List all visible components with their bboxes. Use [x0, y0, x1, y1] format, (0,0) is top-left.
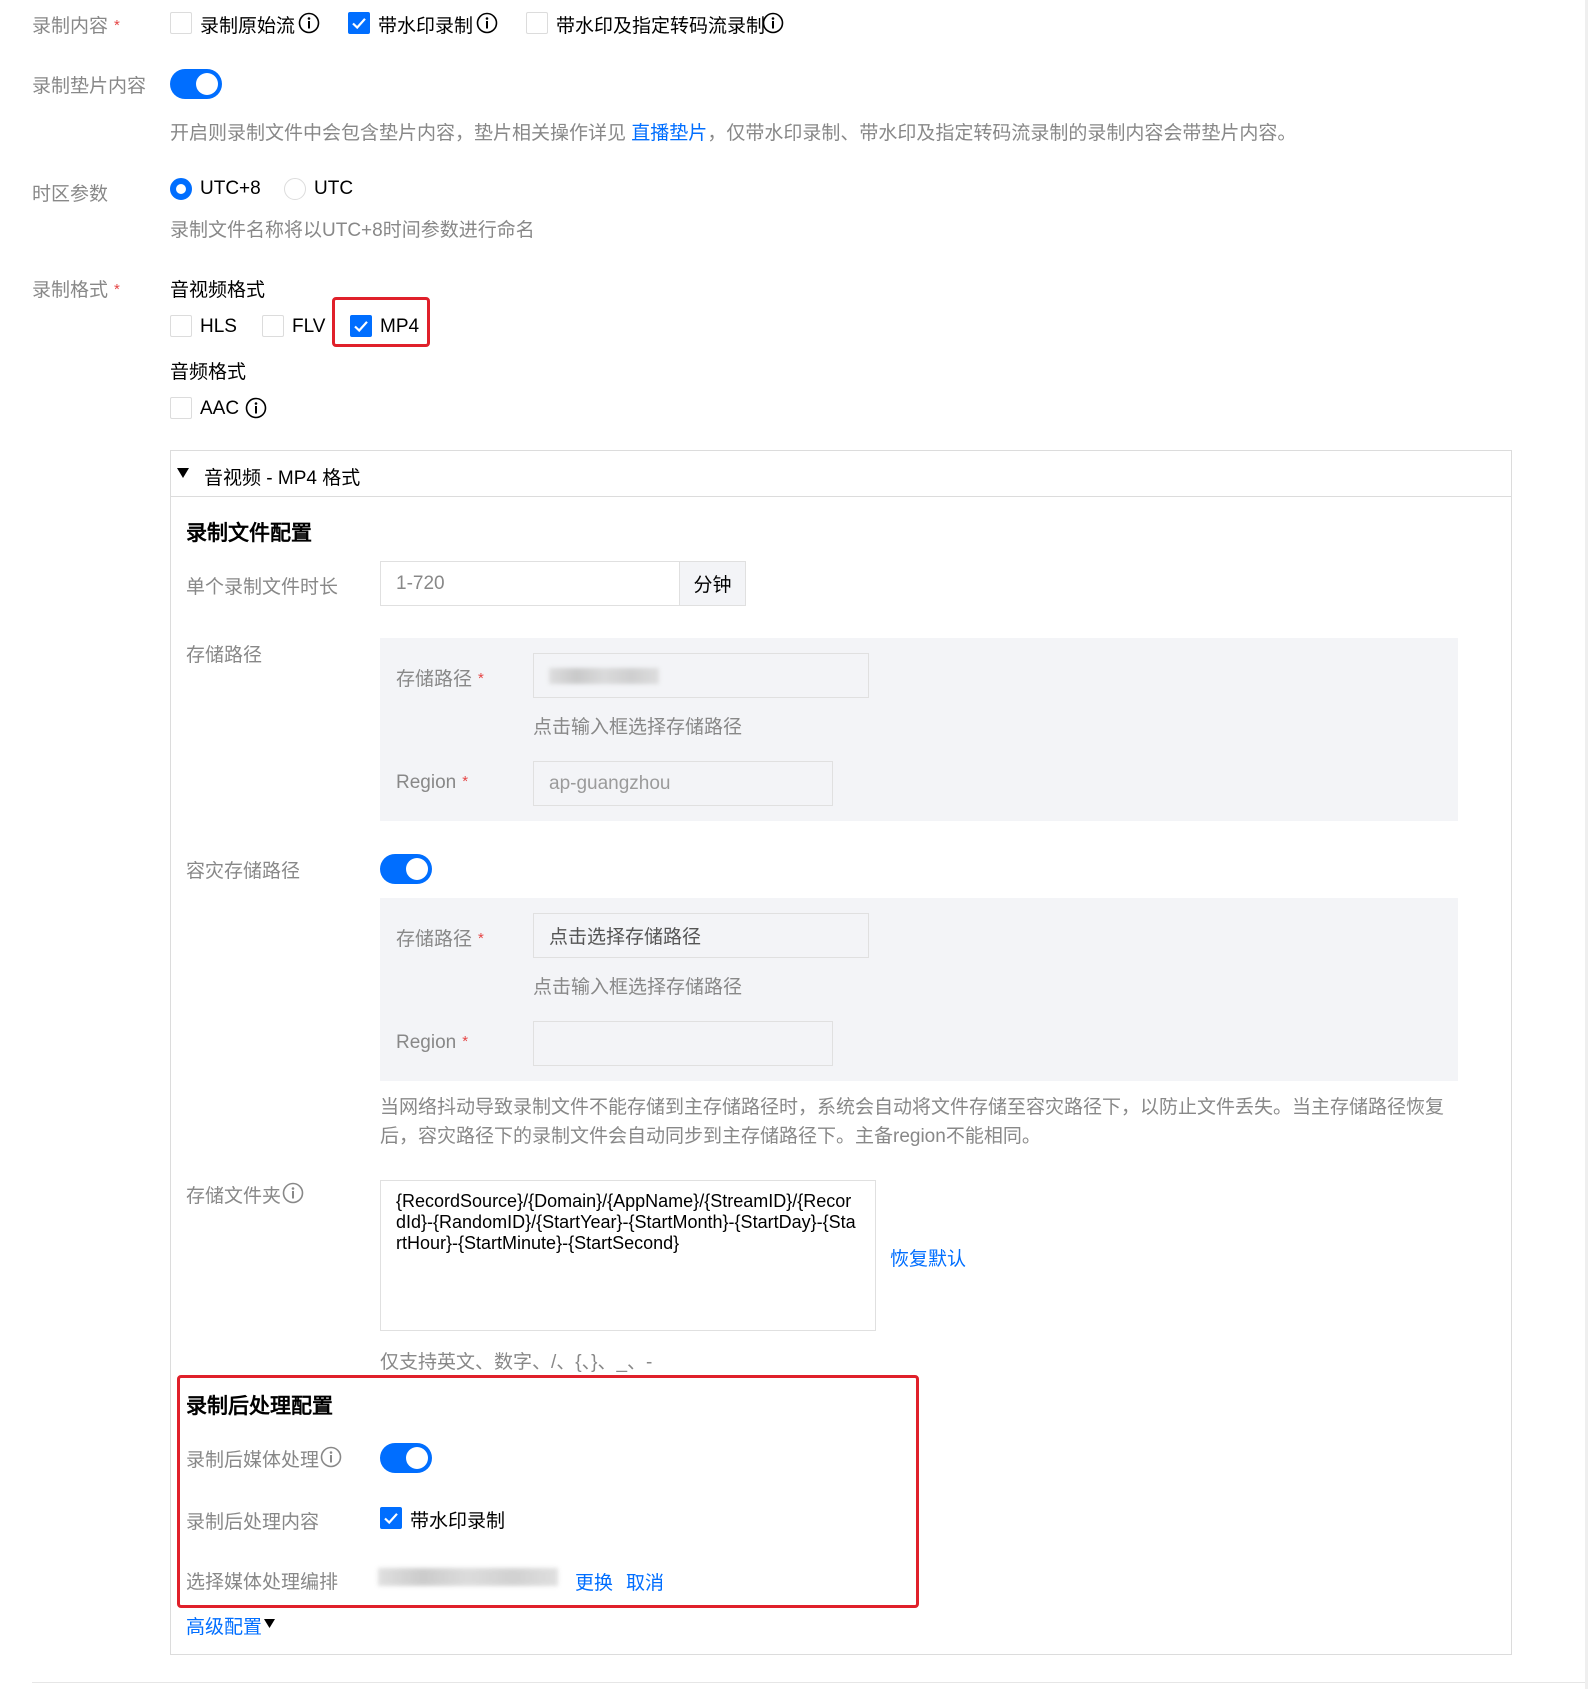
timezone-utc8-radio[interactable]	[170, 178, 192, 200]
flv-checkbox[interactable]	[262, 315, 284, 337]
change-link[interactable]: 更换	[575, 1568, 613, 1595]
info-icon[interactable]	[762, 12, 784, 34]
aac-checkbox[interactable]	[170, 397, 192, 419]
duration-input[interactable]: 1-720	[380, 561, 680, 606]
storage-path-input[interactable]	[533, 653, 869, 698]
record-format-label: 录制格式 *	[32, 280, 120, 301]
live-slate-link[interactable]: 直播垫片	[631, 123, 707, 144]
folder-textarea[interactable]: {RecordSource}/{Domain}/{AppName}/{Strea…	[380, 1180, 876, 1331]
info-icon[interactable]	[298, 12, 320, 34]
post-watermark-checkbox[interactable]	[380, 1507, 402, 1529]
triangle-down-icon[interactable]	[263, 1618, 276, 1629]
av-format-title: 音视频格式	[170, 280, 266, 301]
record-slate-toggle[interactable]	[170, 69, 222, 99]
region-label: Region *	[396, 772, 469, 793]
storage-path-hint: 点击输入框选择存储路径	[533, 717, 743, 738]
record-watermark-transcode-checkbox[interactable]	[526, 12, 548, 34]
folder-help: 仅支持英文、数字、/、{、}、_、-	[380, 1352, 653, 1373]
hls-checkbox[interactable]	[170, 315, 192, 337]
storage-path-label: 存储路径 *	[396, 669, 484, 690]
timezone-utc-label: UTC	[314, 178, 354, 199]
dr-path-hint: 点击输入框选择存储路径	[533, 977, 743, 998]
record-watermark-checkbox[interactable]	[348, 12, 370, 34]
record-content-label: 录制内容 *	[32, 16, 120, 37]
dr-help: 当网络抖动导致录制文件不能存储到主存储路径时，系统会自动将文件存储至容灾路径下，…	[380, 1097, 1445, 1147]
region-input[interactable]: ap-guangzhou	[533, 761, 833, 806]
reset-default-link[interactable]: 恢复默认	[890, 1244, 966, 1271]
post-media-label: 录制后媒体处理	[186, 1450, 320, 1471]
panel-divider	[171, 496, 1511, 497]
info-icon[interactable]	[320, 1446, 342, 1468]
dr-storage-label: 容灾存储路径	[186, 861, 301, 882]
record-original-checkbox[interactable]	[170, 12, 192, 34]
record-slate-help: 开启则录制文件中会包含垫片内容，垫片相关操作详见 直播垫片，仅带水印录制、带水印…	[170, 123, 1297, 144]
panel-header[interactable]: 音视频 - MP4 格式	[204, 463, 360, 490]
post-config-title: 录制后处理配置	[186, 1395, 333, 1418]
info-icon[interactable]	[245, 397, 267, 419]
storage-label: 存储路径	[186, 645, 263, 666]
mp4-label: MP4	[380, 316, 420, 337]
dr-region-label: Region *	[396, 1032, 469, 1053]
audio-format-title: 音频格式	[170, 362, 247, 383]
record-watermark-transcode-label: 带水印及指定转码流录制	[556, 16, 766, 37]
info-icon[interactable]	[476, 12, 498, 34]
duration-unit: 分钟	[679, 561, 746, 606]
record-original-label: 录制原始流	[200, 16, 296, 37]
hls-label: HLS	[200, 316, 237, 337]
post-media-toggle[interactable]	[380, 1443, 432, 1473]
bottom-divider	[32, 1682, 1588, 1683]
timezone-help: 录制文件名称将以UTC+8时间参数进行命名	[170, 220, 535, 241]
triangle-down-icon[interactable]	[176, 467, 190, 479]
cancel-link[interactable]: 取消	[626, 1568, 664, 1595]
dr-path-input[interactable]: 点击选择存储路径	[533, 913, 869, 958]
folder-label: 存储文件夹	[186, 1186, 282, 1207]
record-watermark-label: 带水印录制	[378, 16, 474, 37]
info-icon[interactable]	[282, 1182, 304, 1204]
dr-storage-toggle[interactable]	[380, 854, 432, 884]
workflow-name-blurred	[378, 1568, 558, 1586]
post-content-label: 录制后处理内容	[186, 1512, 320, 1533]
post-watermark-label: 带水印录制	[410, 1511, 506, 1532]
aac-label: AAC	[200, 398, 240, 419]
dr-region-input[interactable]	[533, 1021, 833, 1066]
file-config-title: 录制文件配置	[186, 522, 312, 545]
record-slate-label: 录制垫片内容	[32, 76, 147, 97]
timezone-label: 时区参数	[32, 184, 109, 205]
timezone-utc-radio[interactable]	[284, 178, 306, 200]
mp4-checkbox[interactable]	[350, 315, 372, 337]
timezone-utc8-label: UTC+8	[200, 178, 261, 199]
duration-label: 单个录制文件时长	[186, 577, 339, 598]
workflow-label: 选择媒体处理编排	[186, 1572, 339, 1593]
flv-label: FLV	[292, 316, 326, 337]
advanced-config-link[interactable]: 高级配置	[186, 1612, 262, 1639]
dr-path-label: 存储路径 *	[396, 929, 484, 950]
